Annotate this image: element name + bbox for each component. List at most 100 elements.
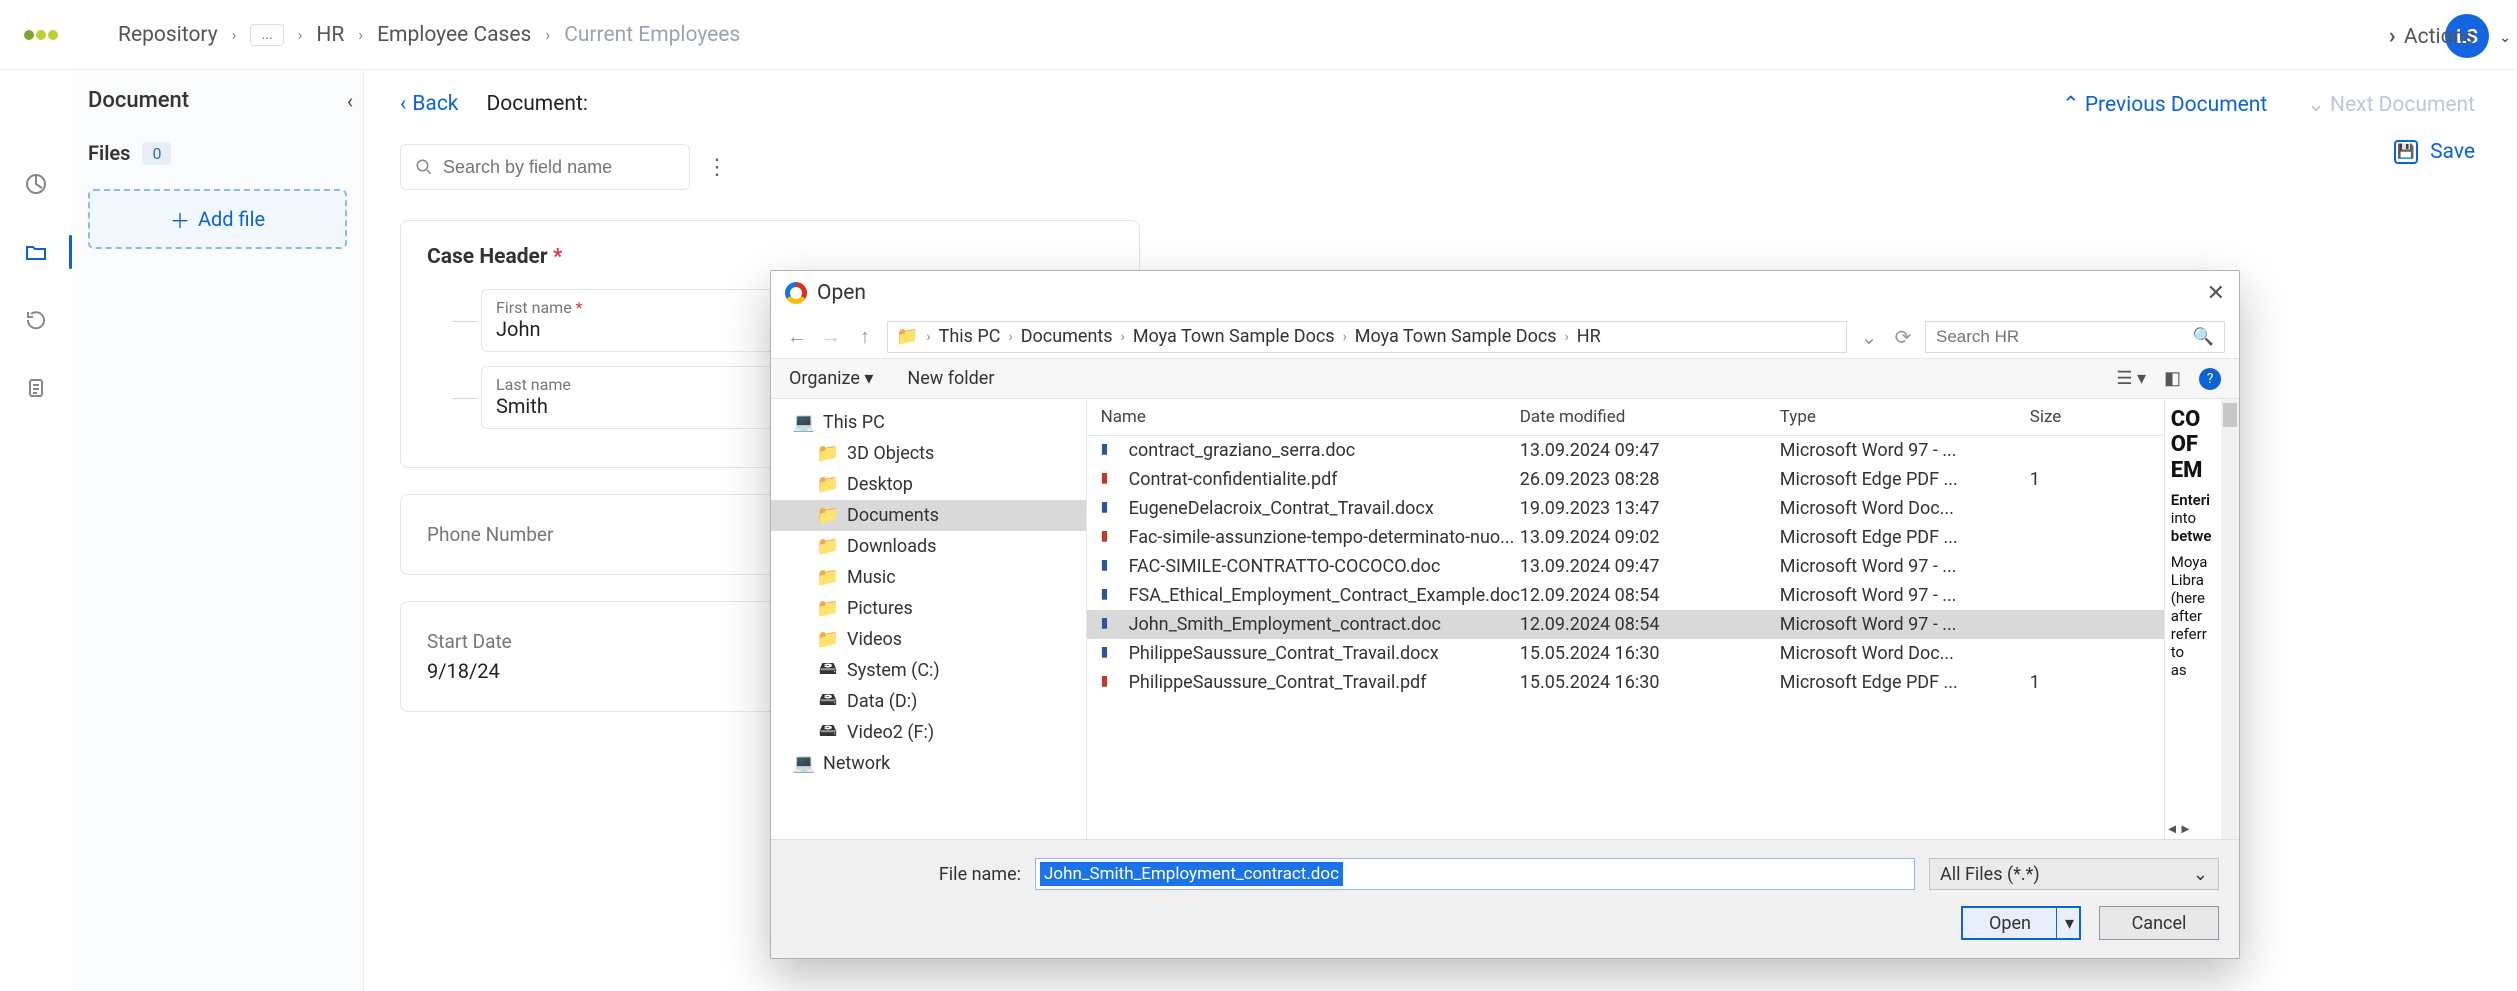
save-icon[interactable]: 💾 xyxy=(2394,140,2418,164)
help-icon[interactable]: ? xyxy=(2199,368,2221,390)
col-size[interactable]: Size xyxy=(2030,407,2150,427)
chevron-down-icon: ⌄ xyxy=(2307,93,2330,117)
path-segment[interactable]: HR xyxy=(1577,326,1601,347)
disk-icon: 🖴 xyxy=(819,693,837,711)
doc-icon: ▮ xyxy=(1101,586,1121,606)
disk-icon: 🖴 xyxy=(819,662,837,680)
path-breadcrumb[interactable]: 📁 ›This PC›Documents›Moya Town Sample Do… xyxy=(887,321,1847,353)
col-name[interactable]: Name xyxy=(1101,407,1520,427)
breadcrumb-item[interactable]: Repository xyxy=(118,23,218,47)
path-segment[interactable]: Documents xyxy=(1021,326,1113,347)
folder-icon: 📁 xyxy=(819,569,837,587)
files-label: Files xyxy=(88,141,130,165)
chevron-up-icon: ⌃ xyxy=(2062,93,2085,117)
chevron-down-icon[interactable]: ▾ xyxy=(2065,913,2074,934)
breadcrumb-item[interactable]: ... xyxy=(250,24,283,46)
preview-prev-icon[interactable]: ◂ xyxy=(2169,821,2176,837)
required-asterisk: * xyxy=(553,245,563,269)
tree-item[interactable]: 📁Pictures xyxy=(771,593,1086,624)
tree-item[interactable]: 📁3D Objects xyxy=(771,438,1086,469)
kebab-menu-icon[interactable]: ⋮ xyxy=(706,155,728,180)
chevron-right-icon: › xyxy=(545,25,550,44)
search-input-field[interactable] xyxy=(443,157,675,178)
view-list-icon[interactable]: ☰ ▾ xyxy=(2116,368,2146,389)
tree-item[interactable]: 📁Music xyxy=(771,562,1086,593)
next-document-button: ⌄ Next Document xyxy=(2307,92,2475,117)
tree-item[interactable]: 📁Documents xyxy=(771,500,1086,531)
doc-icon: ▮ xyxy=(1101,615,1121,635)
file-row[interactable]: ▮Fac-simile-assunzione-tempo-determinato… xyxy=(1087,523,2164,552)
chevron-right-icon: › xyxy=(232,25,237,44)
prev-document-button[interactable]: ⌃ Previous Document xyxy=(2062,92,2267,117)
breadcrumb-item[interactable]: Employee Cases xyxy=(377,23,531,47)
file-list-header[interactable]: Name Date modified Type Size xyxy=(1087,399,2164,436)
files-row: Files 0 xyxy=(88,141,347,165)
folder-icon: 📁 xyxy=(819,600,837,618)
open-button[interactable]: Open ▾ xyxy=(1961,906,2081,940)
path-dropdown-icon[interactable]: ⌄ xyxy=(1857,325,1881,349)
app-header: Repository›...›HR›Employee Cases›Current… xyxy=(0,0,2517,70)
col-modified[interactable]: Date modified xyxy=(1520,407,1780,427)
filetype-filter[interactable]: All Files (*.*) ⌄ xyxy=(1929,858,2219,890)
search-input[interactable] xyxy=(400,144,690,190)
tree-item[interactable]: 💻This PC xyxy=(771,407,1086,438)
back-button[interactable]: ‹ Back xyxy=(400,92,458,116)
file-row[interactable]: ▮John_Smith_Employment_contract.doc12.09… xyxy=(1087,610,2164,639)
preview-pane-icon[interactable]: ◧ xyxy=(2164,368,2181,389)
refresh-icon[interactable] xyxy=(22,306,50,334)
file-row[interactable]: ▮PhilippeSaussure_Contrat_Travail.docx15… xyxy=(1087,639,2164,668)
tree-item[interactable]: 🖴Video2 (F:) xyxy=(771,717,1086,748)
tree-item[interactable]: 💻Network xyxy=(771,748,1086,779)
chevron-down-icon[interactable]: ⌄ xyxy=(2499,30,2511,46)
doc-icon: ▮ xyxy=(1101,644,1121,664)
chevron-left-icon: ‹ xyxy=(400,92,406,116)
phone-label: Phone Number xyxy=(427,523,553,546)
filename-input[interactable]: John_Smith_Employment_contract.doc xyxy=(1035,858,1915,890)
add-file-button[interactable]: ＋ Add file xyxy=(88,189,347,249)
path-segment[interactable]: Moya Town Sample Docs xyxy=(1133,326,1335,347)
filename-value: John_Smith_Employment_contract.doc xyxy=(1040,862,1343,886)
tree-item[interactable]: 🖴System (C:) xyxy=(771,655,1086,686)
dialog-search-input[interactable]: 🔍 xyxy=(1925,321,2225,353)
cancel-button[interactable]: Cancel xyxy=(2099,906,2219,940)
folder-icon[interactable] xyxy=(22,238,50,266)
breadcrumb-item[interactable]: Current Employees xyxy=(564,23,740,47)
folder-icon: 📁 xyxy=(819,476,837,494)
nav-forward-icon: → xyxy=(819,324,843,349)
file-row[interactable]: ▮contract_graziano_serra.doc13.09.2024 0… xyxy=(1087,436,2164,465)
path-segment[interactable]: This PC xyxy=(939,326,1001,347)
nav-back-icon[interactable]: ← xyxy=(785,324,809,349)
refresh-icon[interactable]: ⟳ xyxy=(1891,325,1915,349)
breadcrumb: Repository›...›HR›Employee Cases›Current… xyxy=(118,23,740,47)
tree-item[interactable]: 📁Downloads xyxy=(771,531,1086,562)
preview-pane: CO OF EM Enteri into betwe Moya Libra (h… xyxy=(2164,399,2239,839)
file-row[interactable]: ▮Contrat-confidentialite.pdf26.09.2023 0… xyxy=(1087,465,2164,494)
organize-button[interactable]: Organize ▾ xyxy=(789,368,873,389)
pc-icon: 💻 xyxy=(795,755,813,773)
tree-item[interactable]: 📁Videos xyxy=(771,624,1086,655)
close-icon[interactable]: ✕ xyxy=(2207,281,2225,306)
file-row[interactable]: ▮FAC-SIMILE-CONTRATTO-COCOCO.doc13.09.20… xyxy=(1087,552,2164,581)
preview-scrollbar[interactable] xyxy=(2221,399,2239,839)
folder-icon: 📁 xyxy=(819,631,837,649)
path-segment[interactable]: Moya Town Sample Docs xyxy=(1355,326,1557,347)
col-type[interactable]: Type xyxy=(1780,407,2030,427)
chrome-icon xyxy=(785,282,807,304)
new-folder-button[interactable]: New folder xyxy=(907,368,994,389)
clipboard-icon[interactable] xyxy=(22,374,50,402)
doc-icon: ▮ xyxy=(1101,557,1121,577)
file-row[interactable]: ▮PhilippeSaussure_Contrat_Travail.pdf15.… xyxy=(1087,668,2164,697)
actions-label[interactable]: Actions xyxy=(2404,25,2475,49)
preview-next-icon[interactable]: ▸ xyxy=(2182,821,2189,837)
folder-tree[interactable]: 💻This PC📁3D Objects📁Desktop📁Documents📁Do… xyxy=(771,399,1087,839)
save-button[interactable]: Save xyxy=(2430,140,2475,164)
breadcrumb-item[interactable]: HR xyxy=(316,23,344,47)
expand-icon[interactable]: ›› xyxy=(2389,24,2390,49)
tree-item[interactable]: 🖴Data (D:) xyxy=(771,686,1086,717)
file-row[interactable]: ▮EugeneDelacroix_Contrat_Travail.docx19.… xyxy=(1087,494,2164,523)
dialog-titlebar: Open ✕ xyxy=(771,271,2239,315)
chart-icon[interactable] xyxy=(22,170,50,198)
tree-item[interactable]: 📁Desktop xyxy=(771,469,1086,500)
file-row[interactable]: ▮FSA_Ethical_Employment_Contract_Example… xyxy=(1087,581,2164,610)
nav-up-icon[interactable]: ↑ xyxy=(853,324,877,349)
